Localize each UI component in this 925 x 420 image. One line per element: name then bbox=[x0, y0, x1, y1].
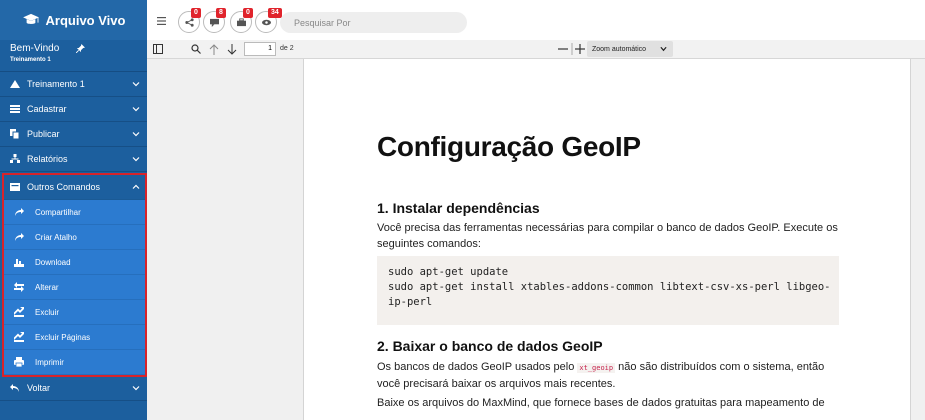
menu-label: Voltar bbox=[27, 383, 51, 393]
welcome-panel: Bem-Vindo Treinamento 1 bbox=[0, 40, 147, 72]
chevron-down-icon bbox=[660, 46, 667, 52]
graduation-cap-icon bbox=[22, 13, 39, 24]
search-input[interactable]: Pesquisar Por bbox=[280, 12, 467, 33]
submenu-label: Excluir bbox=[35, 307, 60, 317]
app-root: Arquivo Vivo Bem-Vindo Treinamento 1 Tre… bbox=[0, 0, 925, 420]
user-name: Treinamento 1 bbox=[10, 57, 51, 63]
sitemap-icon bbox=[10, 154, 20, 163]
submenu-label: Imprimir bbox=[35, 357, 64, 367]
submenu-excluir[interactable]: Excluir bbox=[4, 300, 145, 325]
badge-count: 8 bbox=[216, 8, 226, 18]
submenu-excluir-paginas[interactable]: Excluir Páginas bbox=[4, 325, 145, 350]
menu-cadastrar[interactable]: Cadastrar bbox=[0, 97, 147, 122]
folder-icon bbox=[10, 183, 20, 191]
submenu-label: Excluir Páginas bbox=[35, 332, 91, 342]
document-title: Configuração GeoIP bbox=[377, 131, 641, 162]
arrow-down-icon[interactable] bbox=[227, 44, 237, 55]
code-line: sudo apt-get update bbox=[388, 266, 509, 278]
menu-treinamento[interactable]: Treinamento 1 bbox=[0, 72, 147, 97]
brand-label: Arquivo Vivo bbox=[45, 12, 126, 28]
toolbar-divider bbox=[571, 43, 573, 55]
menu-label: Outros Comandos bbox=[27, 182, 101, 192]
eye-icon bbox=[261, 19, 271, 25]
chevron-down-icon bbox=[132, 386, 140, 391]
chevron-down-icon bbox=[132, 132, 140, 137]
sidebar: Arquivo Vivo Bem-Vindo Treinamento 1 Tre… bbox=[0, 0, 147, 420]
list-icon bbox=[10, 105, 20, 113]
zoom-select[interactable]: Zoom automático bbox=[587, 41, 673, 57]
views-button[interactable]: 34 bbox=[255, 8, 282, 33]
shortcut-icon bbox=[15, 233, 24, 241]
menu-label: Treinamento 1 bbox=[27, 79, 85, 89]
chevron-down-icon bbox=[132, 107, 140, 112]
zoom-out-icon[interactable] bbox=[558, 44, 568, 54]
text-part: Os bancos de dados GeoIP usados pelo bbox=[377, 361, 578, 373]
graduation-icon bbox=[10, 80, 20, 88]
brand[interactable]: Arquivo Vivo bbox=[0, 0, 147, 40]
tasks-button[interactable]: 0 bbox=[230, 8, 253, 33]
share-nodes-icon bbox=[184, 17, 194, 27]
document-page: Configuração GeoIP 1. Instalar dependênc… bbox=[303, 59, 911, 420]
hamburger-menu-icon[interactable] bbox=[157, 17, 166, 25]
code-line: sudo apt-get install xtables-addons-comm… bbox=[388, 281, 831, 293]
zoom-in-icon[interactable] bbox=[575, 44, 585, 54]
section-2-text: Os bancos de dados GeoIP usados pelo xt_… bbox=[377, 359, 839, 392]
menu-voltar[interactable]: Voltar bbox=[0, 376, 147, 401]
inline-code: xt_geoip bbox=[577, 363, 616, 373]
code-block: sudo apt-get update sudo apt-get install … bbox=[377, 256, 839, 325]
outros-comandos-section: Outros Comandos Compartilhar Criar Atalh… bbox=[2, 173, 147, 377]
menu-publicar[interactable]: Publicar bbox=[0, 122, 147, 147]
page-total: de 2 bbox=[280, 45, 294, 52]
submenu-download[interactable]: Download bbox=[4, 250, 145, 275]
chevron-down-icon bbox=[132, 82, 140, 87]
page-number-input[interactable]: 1 bbox=[244, 42, 276, 56]
submenu-imprimir[interactable]: Imprimir bbox=[4, 350, 145, 375]
submenu-label: Compartilhar bbox=[35, 207, 81, 217]
copy-icon bbox=[10, 129, 20, 139]
arrow-up-icon[interactable] bbox=[209, 44, 219, 55]
menu-outros-comandos[interactable]: Outros Comandos bbox=[4, 175, 145, 200]
menu-label: Relatórios bbox=[27, 154, 68, 164]
code-line: ip-perl bbox=[388, 296, 433, 308]
top-header: 0 8 0 34 Pesquisar Por bbox=[147, 0, 925, 44]
submenu-label: Criar Atalho bbox=[35, 232, 77, 242]
exchange-icon bbox=[14, 282, 24, 292]
print-icon bbox=[14, 357, 24, 367]
share-icon bbox=[15, 208, 24, 216]
shared-button[interactable]: 0 bbox=[178, 8, 201, 33]
sidebar-toggle-icon[interactable] bbox=[153, 44, 163, 54]
menu-label: Cadastrar bbox=[27, 104, 67, 114]
search-icon[interactable] bbox=[191, 44, 201, 54]
message-icon bbox=[209, 18, 219, 27]
badge-count: 34 bbox=[268, 8, 282, 18]
menu-label: Publicar bbox=[27, 129, 60, 139]
zoom-value: Zoom automático bbox=[592, 45, 647, 53]
download-icon bbox=[14, 259, 24, 267]
pin-icon[interactable] bbox=[76, 44, 85, 53]
pdf-toolbar: 1 de 2 Zoom automático bbox=[147, 40, 925, 59]
submenu-criar-atalho[interactable]: Criar Atalho bbox=[4, 225, 145, 250]
document-viewer[interactable]: Configuração GeoIP 1. Instalar dependênc… bbox=[147, 59, 925, 420]
delete-pages-icon bbox=[14, 332, 24, 342]
briefcase-icon bbox=[236, 17, 246, 26]
chevron-down-icon bbox=[132, 157, 140, 162]
chevron-up-icon bbox=[132, 184, 140, 189]
menu-relatorios[interactable]: Relatórios bbox=[0, 147, 147, 172]
section-1-heading: 1. Instalar dependências bbox=[377, 200, 540, 216]
submenu-label: Alterar bbox=[35, 282, 59, 292]
welcome-text: Bem-Vindo bbox=[10, 43, 60, 54]
submenu-label: Download bbox=[35, 257, 71, 267]
delete-icon bbox=[14, 307, 24, 317]
section-2-text-2: Baixe os arquivos do MaxMind, que fornec… bbox=[377, 397, 825, 409]
back-icon bbox=[10, 384, 19, 392]
submenu-alterar[interactable]: Alterar bbox=[4, 275, 145, 300]
section-1-text: Você precisa das ferramentas necessárias… bbox=[377, 222, 838, 250]
section-2-heading: 2. Baixar o banco de dados GeoIP bbox=[377, 338, 603, 354]
submenu-compartilhar[interactable]: Compartilhar bbox=[4, 200, 145, 225]
badge-count: 0 bbox=[191, 8, 201, 18]
badge-count: 0 bbox=[243, 8, 253, 18]
messages-button[interactable]: 8 bbox=[203, 8, 226, 33]
